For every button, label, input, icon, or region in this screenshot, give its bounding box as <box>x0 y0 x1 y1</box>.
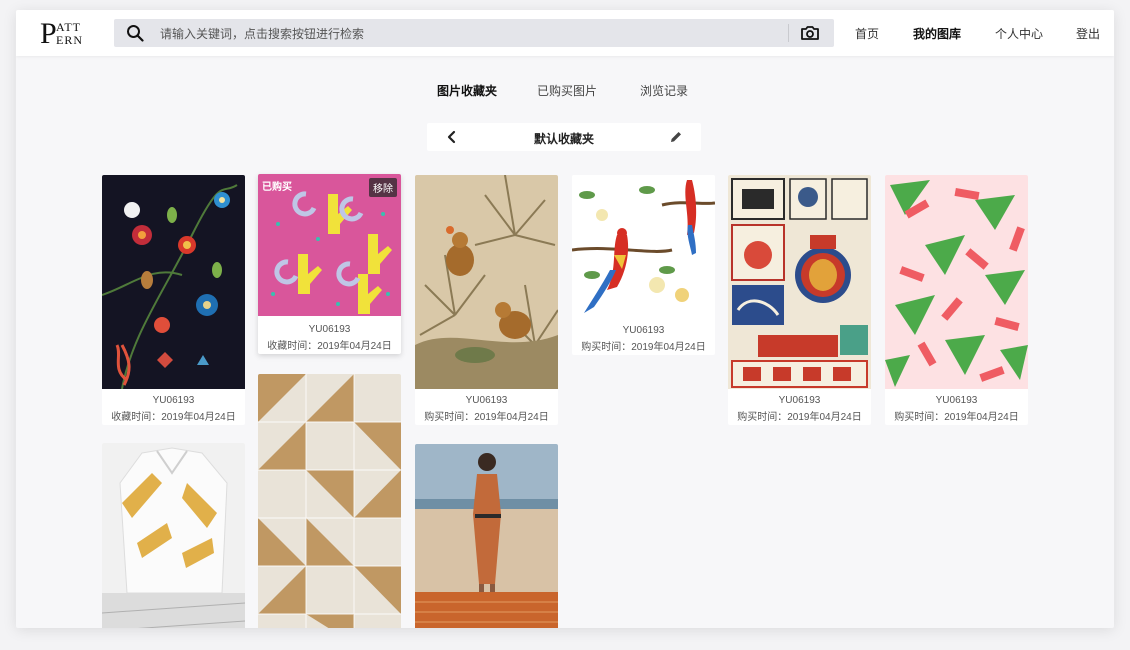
folder-title: 默认收藏夹 <box>533 132 594 146</box>
search-icon[interactable] <box>126 24 144 42</box>
chevron-left-icon[interactable] <box>445 130 459 144</box>
image-date: 收藏时间：2019年04月24日 <box>267 341 392 352</box>
purchased-badge: 已购买 <box>262 182 292 193</box>
tab-purchased[interactable]: 已购买图片 <box>537 82 597 99</box>
image-code: YU06193 <box>778 395 821 406</box>
pattern-image-parrots[interactable] <box>572 175 715 317</box>
image-date: 购买时间：2019年04月24日 <box>894 412 1019 423</box>
top-bar: P ATT ERN 首页 我的图库 个人中心 登出 <box>16 10 1114 56</box>
image-date: 购买时间：2019年04月24日 <box>737 412 862 423</box>
tab-history[interactable]: 浏览记录 <box>640 82 688 99</box>
image-code: YU06193 <box>622 325 665 336</box>
image-card[interactable] <box>258 374 401 628</box>
pattern-image-triangles[interactable] <box>885 175 1028 389</box>
image-card[interactable]: YU06193 购买时间：2019年04月24日 <box>415 175 558 425</box>
logo-line-2: ERN <box>56 33 83 47</box>
app-window: P ATT ERN 首页 我的图库 个人中心 登出 图片收藏夹 已购买图片 <box>16 10 1114 628</box>
pencil-icon[interactable] <box>669 130 683 144</box>
pattern-image-gold-triangles[interactable] <box>258 374 401 628</box>
pattern-image-monkeys[interactable] <box>415 175 558 389</box>
image-code: YU06193 <box>308 324 351 335</box>
image-date: 购买时间：2019年04月24日 <box>581 342 706 353</box>
search-bar <box>114 19 834 47</box>
pattern-image-beach-model[interactable] <box>415 444 558 628</box>
remove-button[interactable]: 移除 <box>369 178 397 197</box>
nav-my-gallery[interactable]: 我的图库 <box>913 25 961 42</box>
tab-favorites[interactable]: 图片收藏夹 <box>437 82 497 99</box>
image-card[interactable]: YU06193 购买时间：2019年04月24日 <box>728 175 871 425</box>
pattern-image-shirt[interactable] <box>102 443 245 628</box>
image-card[interactable]: YU06193 购买时间：2019年04月24日 <box>885 175 1028 425</box>
image-code: YU06193 <box>935 395 978 406</box>
image-code: YU06193 <box>465 395 508 406</box>
image-card[interactable]: 已购买 移除 YU06193 收藏时间：2019年04月24日 <box>258 174 401 354</box>
pattern-image-floral-dark[interactable] <box>102 175 245 389</box>
pattern-logo[interactable]: P ATT ERN <box>40 17 92 51</box>
image-code: YU06193 <box>152 395 195 406</box>
search-input[interactable] <box>158 23 782 45</box>
nav-home[interactable]: 首页 <box>855 25 879 42</box>
nav-profile[interactable]: 个人中心 <box>995 25 1043 42</box>
nav-logout[interactable]: 登出 <box>1076 25 1100 42</box>
image-date: 购买时间：2019年04月24日 <box>424 412 549 423</box>
image-card[interactable]: YU06193 收藏时间：2019年04月24日 <box>102 175 245 425</box>
image-card[interactable]: YU06193 购买时间：2019年04月24日 <box>572 175 715 355</box>
logo-letter: P <box>40 17 57 50</box>
search-divider <box>788 24 789 42</box>
image-card[interactable] <box>415 444 558 628</box>
image-card[interactable] <box>102 443 245 628</box>
camera-icon[interactable] <box>800 23 820 43</box>
pattern-image-poster-collage[interactable] <box>728 175 871 389</box>
image-date: 收藏时间：2019年04月24日 <box>111 412 236 423</box>
folder-bar: 默认收藏夹 <box>427 123 701 151</box>
